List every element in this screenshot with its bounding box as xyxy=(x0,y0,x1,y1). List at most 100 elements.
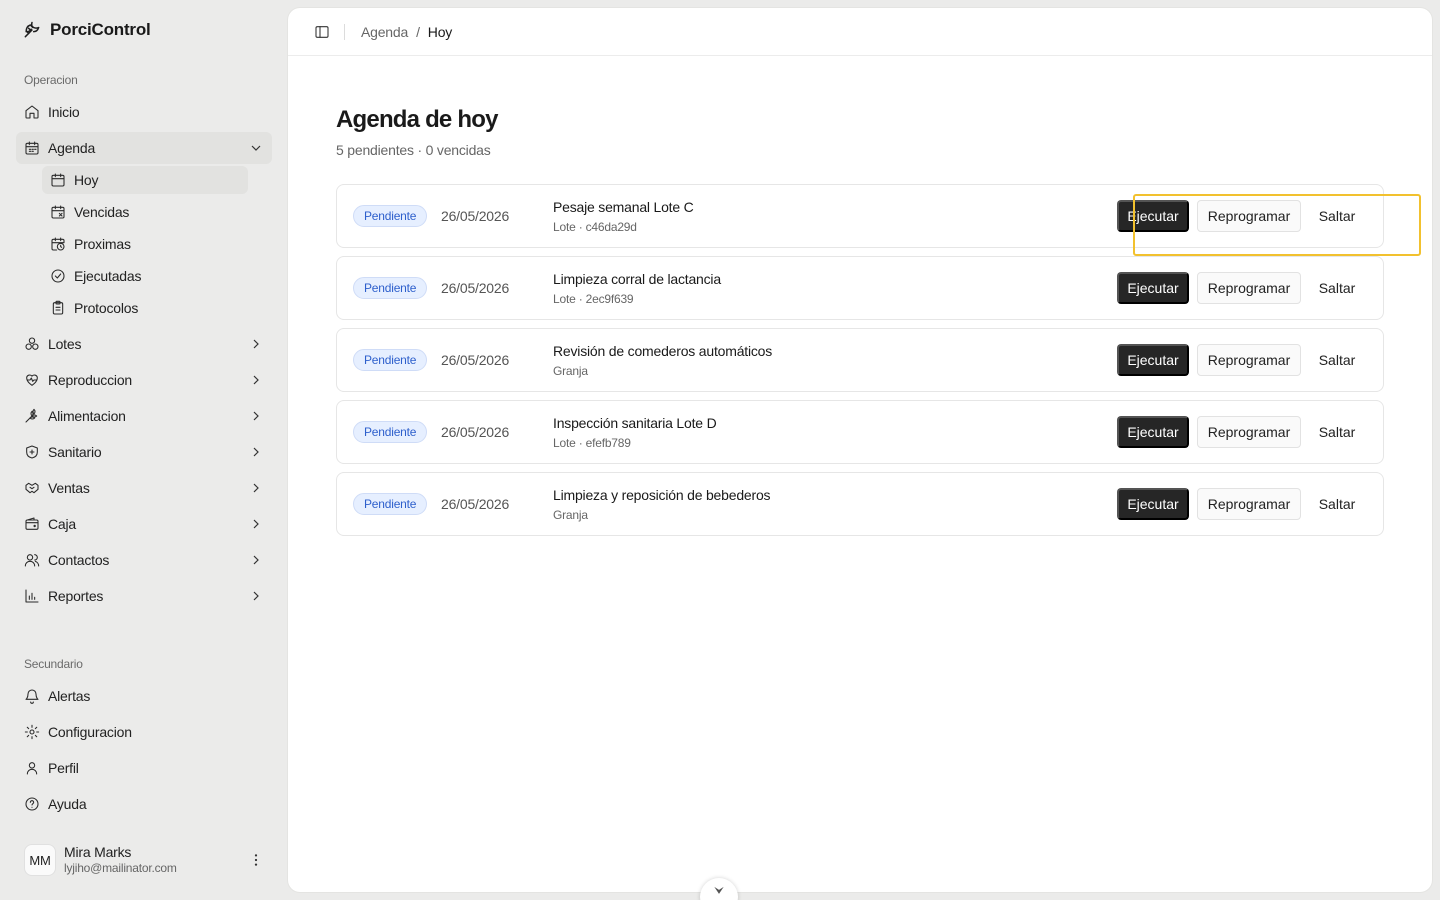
execute-button[interactable]: Ejecutar xyxy=(1117,272,1189,304)
sidebar-item-sanitario[interactable]: Sanitario xyxy=(16,436,272,468)
sidebar-subitem-vencidas[interactable]: Vencidas xyxy=(42,198,248,226)
sidebar-item-ayuda[interactable]: Ayuda xyxy=(16,788,272,820)
task-meta: Granja xyxy=(553,508,588,522)
sidebar-item-perfil[interactable]: Perfil xyxy=(16,752,272,784)
task-row: Pendiente 26/05/2026 Revisión de comeder… xyxy=(336,328,1384,392)
calendar-day-icon xyxy=(50,172,66,188)
sidebar-item-label: Inicio xyxy=(48,104,80,120)
reschedule-button[interactable]: Reprogramar xyxy=(1197,272,1301,304)
breadcrumb-agenda[interactable]: Agenda xyxy=(361,24,408,40)
skip-button[interactable]: Saltar xyxy=(1309,272,1365,304)
check-circle-icon xyxy=(50,268,66,284)
sidebar-item-agenda[interactable]: Agenda xyxy=(16,132,272,164)
skip-button[interactable]: Saltar xyxy=(1309,488,1365,520)
execute-button[interactable]: Ejecutar xyxy=(1117,416,1189,448)
task-row: Pendiente 26/05/2026 Limpieza corral de … xyxy=(336,256,1384,320)
brand[interactable]: PorciControl xyxy=(22,20,151,40)
breadcrumb: Agenda / Hoy xyxy=(361,24,452,40)
user-name: Mira Marks xyxy=(64,844,132,860)
sidebar-subitem-proximas[interactable]: Proximas xyxy=(42,230,248,258)
sidebar-item-label: Caja xyxy=(48,516,76,532)
task-date: 26/05/2026 xyxy=(441,496,510,512)
sidebar-item-label: Ventas xyxy=(48,480,90,496)
task-title: Limpieza corral de lactancia xyxy=(553,271,721,287)
sidebar-item-label: Configuracion xyxy=(48,724,132,740)
shield-plus-icon xyxy=(24,444,40,460)
task-row: Pendiente 26/05/2026 Inspección sanitari… xyxy=(336,400,1384,464)
user-icon xyxy=(24,760,40,776)
handshake-icon xyxy=(24,480,40,496)
avatar: MM xyxy=(24,844,56,876)
app-name: PorciControl xyxy=(50,20,151,39)
calendar-icon xyxy=(24,140,40,156)
task-meta: Granja xyxy=(553,364,588,378)
sidebar-item-reproduccion[interactable]: Reproduccion xyxy=(16,364,272,396)
chevron-right-icon xyxy=(248,408,264,424)
sidebar-item-alertas[interactable]: Alertas xyxy=(16,680,272,712)
task-meta: Lote · c46da29d xyxy=(553,220,637,234)
user-email: lyjiho@mailinator.com xyxy=(64,861,177,875)
chevron-right-icon xyxy=(248,552,264,568)
task-meta: Lote · 2ec9f639 xyxy=(553,292,634,306)
chevron-right-icon xyxy=(248,516,264,532)
reschedule-button[interactable]: Reprogramar xyxy=(1197,200,1301,232)
chevron-right-icon xyxy=(248,336,264,352)
page-subtitle: 5 pendientes · 0 vencidas xyxy=(336,142,491,158)
sidebar-item-contactos[interactable]: Contactos xyxy=(16,544,272,576)
more-vertical-icon[interactable] xyxy=(248,852,264,868)
chevron-right-icon xyxy=(248,588,264,604)
sidebar-item-inicio[interactable]: Inicio xyxy=(16,96,272,128)
execute-button[interactable]: Ejecutar xyxy=(1117,488,1189,520)
task-title: Pesaje semanal Lote C xyxy=(553,199,694,215)
sidebar-subitem-protocolos[interactable]: Protocolos xyxy=(42,294,248,322)
sidebar-item-label: Agenda xyxy=(48,140,96,156)
sidebar-item-label: Perfil xyxy=(48,760,79,776)
sidebar-item-lotes[interactable]: Lotes xyxy=(16,328,272,360)
task-date: 26/05/2026 xyxy=(441,424,510,440)
sidebar-item-reportes[interactable]: Reportes xyxy=(16,580,272,612)
sidebar-item-label: Reproduccion xyxy=(48,372,132,388)
breadcrumb-separator: / xyxy=(416,23,420,40)
execute-button[interactable]: Ejecutar xyxy=(1117,200,1189,232)
task-title: Inspección sanitaria Lote D xyxy=(553,415,717,431)
bar-chart-icon xyxy=(24,588,40,604)
sidebar-item-configuracion[interactable]: Configuracion xyxy=(16,716,272,748)
wheat-icon xyxy=(24,408,40,424)
clipboard-icon xyxy=(50,300,66,316)
reschedule-button[interactable]: Reprogramar xyxy=(1197,344,1301,376)
main-panel: Agenda / Hoy Agenda de hoy 5 pendientes … xyxy=(288,8,1432,892)
user-profile[interactable]: MM Mira Marks lyjiho@mailinator.com xyxy=(16,836,272,884)
status-badge: Pendiente xyxy=(353,205,428,227)
status-badge: Pendiente xyxy=(353,349,428,371)
group-label-secundario: Secundario xyxy=(24,657,83,671)
sidebar-subitem-ejecutadas[interactable]: Ejecutadas xyxy=(42,262,248,290)
task-meta: Lote · efefb789 xyxy=(553,436,631,450)
status-badge: Pendiente xyxy=(353,277,428,299)
sidebar-item-label: Ayuda xyxy=(48,796,87,812)
sidebar: PorciControl Operacion Inicio Agenda Hoy… xyxy=(0,0,288,900)
help-circle-icon xyxy=(24,796,40,812)
sidebar-item-label: Alimentacion xyxy=(48,408,126,424)
chevron-down-icon xyxy=(248,140,264,156)
sidebar-item-label: Sanitario xyxy=(48,444,102,460)
skip-button[interactable]: Saltar xyxy=(1309,416,1365,448)
sidebar-subitem-hoy[interactable]: Hoy xyxy=(42,166,248,194)
reschedule-button[interactable]: Reprogramar xyxy=(1197,488,1301,520)
sidebar-item-alimentacion[interactable]: Alimentacion xyxy=(16,400,272,432)
sidebar-subitem-label: Hoy xyxy=(74,172,99,188)
sidebar-subitem-label: Ejecutadas xyxy=(74,268,142,284)
boxes-icon xyxy=(24,336,40,352)
sidebar-subitem-label: Proximas xyxy=(74,236,131,252)
sidebar-item-label: Alertas xyxy=(48,688,91,704)
sidebar-item-ventas[interactable]: Ventas xyxy=(16,472,272,504)
execute-button[interactable]: Ejecutar xyxy=(1117,344,1189,376)
header: Agenda / Hoy xyxy=(288,8,1432,56)
reschedule-button[interactable]: Reprogramar xyxy=(1197,416,1301,448)
sidebar-item-caja[interactable]: Caja xyxy=(16,508,272,540)
skip-button[interactable]: Saltar xyxy=(1309,344,1365,376)
calendar-clock-icon xyxy=(50,236,66,252)
skip-button[interactable]: Saltar xyxy=(1309,200,1365,232)
sidebar-toggle-icon[interactable] xyxy=(314,24,330,40)
wallet-icon xyxy=(24,516,40,532)
task-row: Pendiente 26/05/2026 Limpieza y reposici… xyxy=(336,472,1384,536)
